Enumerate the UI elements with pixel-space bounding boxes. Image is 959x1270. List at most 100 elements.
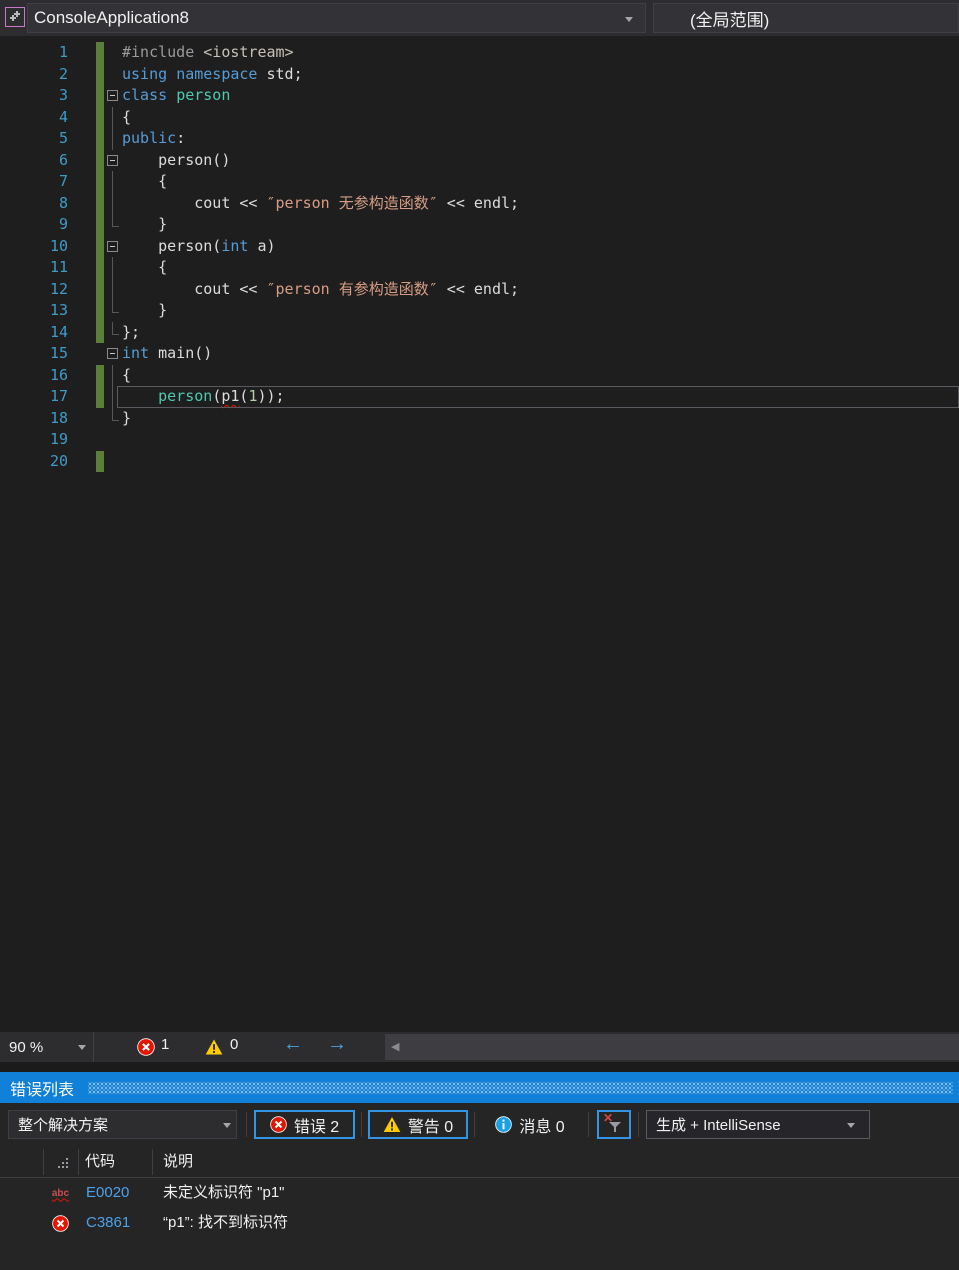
code-text: public: bbox=[122, 128, 959, 150]
code-line[interactable]: 7 { bbox=[0, 171, 959, 193]
code-line[interactable]: 14}; bbox=[0, 321, 959, 343]
error-list-title-bar[interactable]: 错误列表 bbox=[0, 1072, 959, 1103]
column-separator[interactable] bbox=[152, 1149, 153, 1175]
code-editor[interactable]: 1 #include <iostream> 2 using namespace std… bbox=[0, 36, 959, 1032]
fold-toggle-icon[interactable] bbox=[104, 150, 122, 172]
fold-guide bbox=[104, 300, 122, 322]
change-tracking-bar bbox=[96, 450, 104, 472]
error-row[interactable]: abc E0020 未定义标识符 "p1" bbox=[0, 1178, 959, 1208]
code-line[interactable]: 2 using namespace std; bbox=[0, 63, 959, 86]
change-tracking-bar bbox=[96, 149, 104, 171]
code-line[interactable]: 20 bbox=[0, 450, 959, 473]
solution-scope-dropdown[interactable]: 整个解决方案 bbox=[8, 1110, 237, 1139]
code-token-str: ″person 有参构造函数″ bbox=[266, 279, 438, 298]
errors-filter-button[interactable]: 错误 2 bbox=[254, 1110, 355, 1139]
solution-scope-value: 整个解决方案 bbox=[18, 1117, 109, 1134]
scope-dropdown[interactable]: (全局范围) bbox=[653, 3, 959, 33]
line-number: 12 bbox=[49, 279, 68, 298]
error-icon[interactable] bbox=[137, 1038, 155, 1056]
code-line[interactable]: 9 } bbox=[0, 214, 959, 236]
scroll-left-icon[interactable]: ◀ bbox=[391, 1040, 399, 1053]
code-token-txt: a) bbox=[248, 236, 276, 255]
code-token-txt: ( bbox=[212, 387, 222, 405]
change-tracking-bar bbox=[96, 171, 104, 193]
code-line[interactable]: 10 person(int a) bbox=[0, 235, 959, 258]
code-line[interactable]: 18} bbox=[0, 407, 959, 430]
code-line[interactable]: 17 person(p1(1)); bbox=[0, 386, 959, 408]
fold-guide bbox=[104, 64, 122, 86]
code-line[interactable]: 12 cout << ″person 有参构造函数″ << endl; bbox=[0, 278, 959, 300]
line-number: 18 bbox=[49, 408, 68, 427]
line-number: 6 bbox=[58, 150, 68, 169]
line-number: 20 bbox=[49, 451, 68, 470]
toolbar-separator bbox=[246, 1112, 247, 1137]
navigate-forward-arrow-icon[interactable]: → bbox=[327, 1033, 347, 1056]
editor-status-bar: 90 % 1 0 ← → ◀ bbox=[0, 1032, 959, 1062]
code-token-txt: } bbox=[122, 408, 132, 427]
line-number: 3 bbox=[58, 86, 68, 104]
project-dropdown[interactable]: ConsoleApplication8 bbox=[27, 3, 646, 33]
change-tracking-bar bbox=[96, 63, 104, 85]
code-token-err: p1 bbox=[221, 387, 240, 405]
messages-filter-button[interactable]: 消息 0 bbox=[480, 1110, 580, 1139]
column-separator[interactable] bbox=[43, 1149, 44, 1175]
error-description: “p1”: 找不到标识符 bbox=[163, 1214, 289, 1231]
code-line[interactable]: 19 bbox=[0, 429, 959, 451]
code-line[interactable]: 3 class person bbox=[0, 85, 959, 107]
code-line[interactable]: 5 public: bbox=[0, 128, 959, 150]
build-intellisense-value: 生成 + IntelliSense bbox=[656, 1117, 781, 1134]
code-token-txt: { bbox=[122, 365, 132, 384]
error-code-link[interactable]: E0020 bbox=[86, 1178, 129, 1208]
fold-guide bbox=[104, 192, 122, 215]
warning-icon[interactable] bbox=[205, 1038, 223, 1056]
filter-button[interactable]: ✕ bbox=[597, 1110, 631, 1139]
move-arrows-icon bbox=[10, 11, 20, 21]
chevron-down-icon bbox=[847, 1123, 855, 1128]
line-number: 2 bbox=[58, 64, 68, 83]
column-header-description[interactable]: 说明 bbox=[163, 1146, 193, 1177]
line-number: 16 bbox=[49, 365, 68, 384]
code-token-kw: int bbox=[221, 236, 249, 255]
change-tracking-bar bbox=[96, 192, 104, 214]
line-number: 4 bbox=[58, 107, 68, 126]
column-header-code[interactable]: 代码 bbox=[85, 1146, 115, 1177]
fold-guide bbox=[104, 429, 122, 451]
fold-guide bbox=[104, 257, 122, 279]
code-line[interactable]: 13 } bbox=[0, 300, 959, 322]
line-number: 14 bbox=[49, 322, 68, 341]
change-tracking-bar bbox=[96, 128, 104, 150]
code-line[interactable]: 16 { bbox=[0, 364, 959, 387]
code-text: #include <iostream> bbox=[122, 42, 959, 64]
warnings-filter-button[interactable]: 警告 0 bbox=[368, 1110, 468, 1139]
error-row[interactable]: C3861 “p1”: 找不到标识符 bbox=[0, 1208, 959, 1238]
zoom-level-dropdown[interactable]: 90 % bbox=[0, 1032, 94, 1062]
line-number: 11 bbox=[49, 258, 68, 276]
fold-toggle-icon[interactable] bbox=[104, 343, 122, 365]
code-line[interactable]: 8 cout << ″person 无参构造函数″ << endl; bbox=[0, 192, 959, 215]
error-code-link[interactable]: C3861 bbox=[86, 1208, 130, 1238]
fold-toggle-icon[interactable] bbox=[104, 236, 122, 258]
code-line[interactable]: 4{ bbox=[0, 106, 959, 129]
code-text: } bbox=[122, 408, 959, 430]
fold-toggle-icon[interactable] bbox=[104, 85, 122, 107]
navigate-back-arrow-icon[interactable]: ← bbox=[283, 1033, 303, 1056]
code-line[interactable]: 11 { bbox=[0, 257, 959, 279]
category-grid-icon bbox=[58, 1166, 60, 1168]
horizontal-scrollbar[interactable]: ◀ bbox=[385, 1034, 959, 1060]
code-line[interactable]: 15 int main() bbox=[0, 343, 959, 365]
error-icon bbox=[43, 1208, 78, 1238]
code-text: { bbox=[122, 365, 959, 387]
navigation-bar: ConsoleApplication8 (全局范围) bbox=[0, 0, 959, 36]
code-token-type: person bbox=[158, 387, 213, 405]
build-intellisense-dropdown[interactable]: 生成 + IntelliSense bbox=[646, 1110, 870, 1139]
code-token-txt: : bbox=[176, 129, 186, 147]
fold-guide bbox=[104, 106, 122, 129]
fold-guide bbox=[104, 42, 122, 64]
warnings-filter-label: 警告 0 bbox=[407, 1118, 454, 1136]
column-separator[interactable] bbox=[78, 1149, 79, 1175]
code-line[interactable]: 6 person() bbox=[0, 149, 959, 172]
code-line[interactable]: 1 #include <iostream> bbox=[0, 42, 959, 64]
code-lines: 1 #include <iostream> 2 using namespace std… bbox=[0, 36, 959, 472]
